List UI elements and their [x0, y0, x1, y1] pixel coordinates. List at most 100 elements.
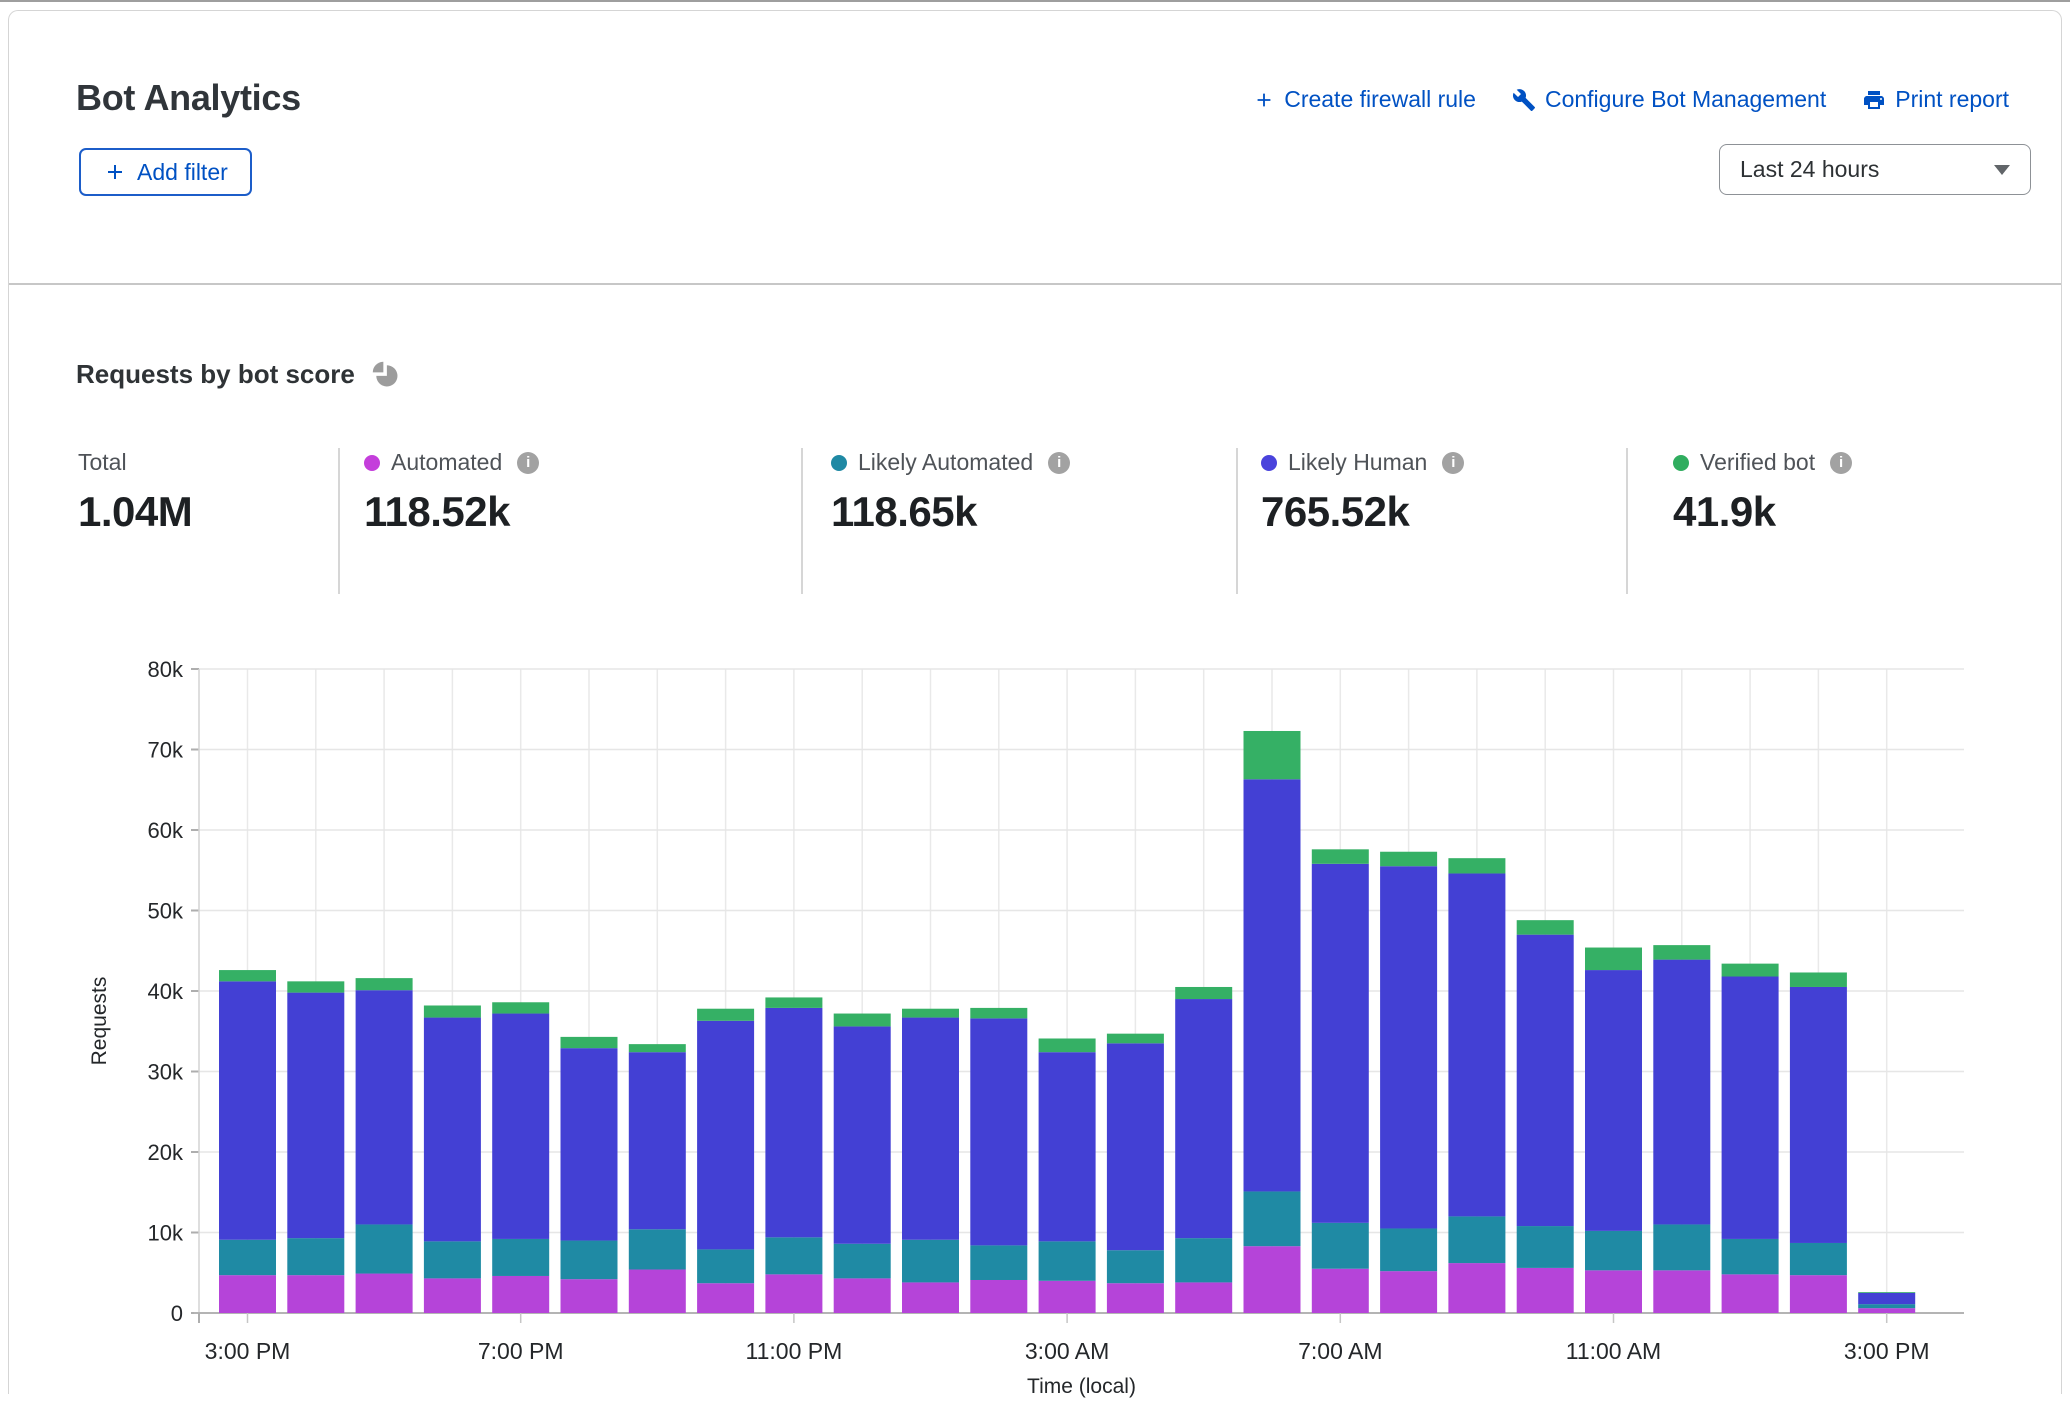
info-icon[interactable]: i — [1048, 452, 1070, 474]
bar-segment-likely-automated[interactable] — [424, 1241, 481, 1278]
create-firewall-rule-link[interactable]: Create firewall rule — [1253, 86, 1476, 113]
bar-segment-likely-automated[interactable] — [1039, 1241, 1096, 1280]
bar-segment-likely-automated[interactable] — [1517, 1226, 1574, 1268]
info-icon[interactable]: i — [1830, 452, 1852, 474]
bar-segment-likely-automated[interactable] — [1312, 1223, 1369, 1269]
bar-segment-likely-human[interactable] — [1039, 1052, 1096, 1241]
time-range-dropdown[interactable]: Last 24 hours — [1719, 144, 2031, 195]
bar-segment-automated[interactable] — [492, 1276, 549, 1313]
bar-segment-likely-human[interactable] — [765, 1008, 822, 1237]
bar-segment-likely-human[interactable] — [1653, 960, 1710, 1225]
bar-segment-likely-human[interactable] — [970, 1018, 1027, 1245]
print-report-link[interactable]: Print report — [1862, 86, 2009, 113]
bar-segment-verified-bot[interactable] — [1175, 987, 1232, 999]
bar-segment-verified-bot[interactable] — [561, 1037, 618, 1048]
bar-segment-likely-automated[interactable] — [629, 1229, 686, 1269]
bar-segment-verified-bot[interactable] — [1585, 948, 1642, 971]
bar-segment-automated[interactable] — [356, 1274, 413, 1313]
bar-segment-automated[interactable] — [1107, 1283, 1164, 1313]
bar-segment-likely-human[interactable] — [1722, 977, 1779, 1239]
bar-segment-likely-human[interactable] — [1380, 866, 1437, 1228]
bar-segment-verified-bot[interactable] — [1244, 731, 1301, 779]
bar-segment-likely-automated[interactable] — [1790, 1243, 1847, 1275]
bar-segment-verified-bot[interactable] — [765, 997, 822, 1007]
bar-segment-verified-bot[interactable] — [902, 1009, 959, 1018]
bar-segment-likely-automated[interactable] — [356, 1224, 413, 1273]
bar-segment-automated[interactable] — [1312, 1269, 1369, 1313]
bar-segment-likely-automated[interactable] — [1380, 1228, 1437, 1271]
bar-segment-likely-human[interactable] — [697, 1021, 754, 1250]
bar-segment-verified-bot[interactable] — [1107, 1034, 1164, 1044]
bar-segment-automated[interactable] — [1039, 1281, 1096, 1313]
configure-bot-management-link[interactable]: Configure Bot Management — [1512, 86, 1826, 113]
bar-segment-likely-automated[interactable] — [1244, 1191, 1301, 1246]
bar-segment-verified-bot[interactable] — [834, 1014, 891, 1027]
bar-segment-likely-human[interactable] — [219, 981, 276, 1239]
bar-segment-likely-human[interactable] — [492, 1014, 549, 1239]
bar-segment-verified-bot[interactable] — [219, 970, 276, 981]
add-filter-button[interactable]: Add filter — [79, 148, 252, 196]
bar-segment-automated[interactable] — [1653, 1270, 1710, 1313]
bar-segment-likely-automated[interactable] — [902, 1240, 959, 1283]
bar-segment-verified-bot[interactable] — [1722, 964, 1779, 977]
bar-segment-automated[interactable] — [1858, 1308, 1915, 1313]
bar-segment-automated[interactable] — [765, 1274, 822, 1313]
bar-segment-automated[interactable] — [970, 1280, 1027, 1313]
bar-segment-likely-human[interactable] — [1312, 864, 1369, 1223]
bar-segment-likely-automated[interactable] — [1107, 1250, 1164, 1283]
bar-segment-automated[interactable] — [1585, 1270, 1642, 1313]
bar-segment-likely-automated[interactable] — [834, 1244, 891, 1279]
bar-segment-likely-human[interactable] — [1244, 779, 1301, 1191]
bar-segment-likely-human[interactable] — [1858, 1293, 1915, 1304]
bar-segment-verified-bot[interactable] — [629, 1044, 686, 1052]
bar-segment-likely-automated[interactable] — [1175, 1238, 1232, 1282]
bar-segment-automated[interactable] — [287, 1275, 344, 1313]
bar-segment-automated[interactable] — [561, 1279, 618, 1313]
bar-segment-likely-human[interactable] — [561, 1048, 618, 1240]
bar-segment-likely-automated[interactable] — [765, 1237, 822, 1274]
bar-segment-likely-automated[interactable] — [1653, 1224, 1710, 1270]
bar-segment-automated[interactable] — [1175, 1282, 1232, 1313]
bar-segment-likely-human[interactable] — [356, 990, 413, 1224]
bar-segment-automated[interactable] — [697, 1283, 754, 1313]
bar-segment-likely-human[interactable] — [287, 993, 344, 1239]
bar-segment-automated[interactable] — [1517, 1268, 1574, 1313]
bar-segment-verified-bot[interactable] — [356, 978, 413, 990]
bar-segment-verified-bot[interactable] — [492, 1002, 549, 1013]
bar-segment-verified-bot[interactable] — [1380, 852, 1437, 866]
bar-segment-verified-bot[interactable] — [1517, 920, 1574, 934]
bar-segment-likely-automated[interactable] — [1858, 1304, 1915, 1308]
bar-segment-likely-human[interactable] — [834, 1026, 891, 1243]
bar-segment-verified-bot[interactable] — [1448, 858, 1505, 873]
bar-segment-automated[interactable] — [834, 1278, 891, 1313]
bar-segment-automated[interactable] — [1448, 1263, 1505, 1313]
bar-segment-automated[interactable] — [629, 1270, 686, 1313]
bar-segment-likely-automated[interactable] — [219, 1240, 276, 1275]
info-icon[interactable]: i — [1442, 452, 1464, 474]
bar-segment-verified-bot[interactable] — [1312, 849, 1369, 863]
bar-segment-automated[interactable] — [1380, 1271, 1437, 1313]
bar-segment-verified-bot[interactable] — [697, 1009, 754, 1021]
bar-segment-automated[interactable] — [1722, 1274, 1779, 1313]
bar-segment-likely-automated[interactable] — [561, 1241, 618, 1280]
bar-segment-automated[interactable] — [1790, 1275, 1847, 1313]
bar-segment-likely-human[interactable] — [1175, 999, 1232, 1238]
bar-segment-verified-bot[interactable] — [1039, 1038, 1096, 1052]
bar-segment-likely-automated[interactable] — [1585, 1231, 1642, 1270]
bar-segment-likely-automated[interactable] — [697, 1249, 754, 1283]
bar-segment-likely-human[interactable] — [1107, 1043, 1164, 1250]
bar-segment-likely-human[interactable] — [1585, 970, 1642, 1231]
bar-segment-automated[interactable] — [219, 1275, 276, 1313]
bar-segment-verified-bot[interactable] — [970, 1008, 1027, 1018]
info-icon[interactable]: i — [517, 452, 539, 474]
bar-segment-automated[interactable] — [424, 1278, 481, 1313]
bar-segment-likely-human[interactable] — [629, 1052, 686, 1229]
bar-segment-likely-human[interactable] — [1448, 873, 1505, 1216]
bar-segment-likely-automated[interactable] — [287, 1238, 344, 1275]
bar-segment-likely-automated[interactable] — [970, 1245, 1027, 1280]
bar-segment-automated[interactable] — [902, 1282, 959, 1313]
bar-segment-likely-automated[interactable] — [1448, 1216, 1505, 1263]
bar-segment-likely-automated[interactable] — [492, 1239, 549, 1276]
bar-segment-likely-human[interactable] — [1517, 935, 1574, 1226]
bar-segment-likely-automated[interactable] — [1722, 1239, 1779, 1274]
